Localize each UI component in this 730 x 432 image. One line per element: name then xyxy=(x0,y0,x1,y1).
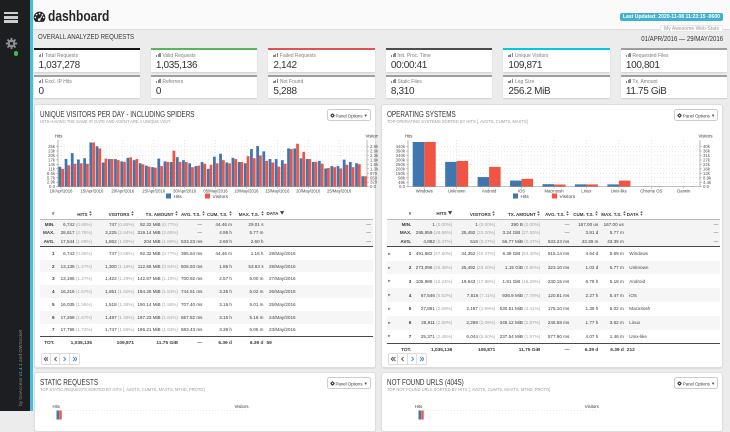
svg-text:05/May/2016: 05/May/2016 xyxy=(203,189,228,194)
svg-text:300k: 300k xyxy=(395,158,405,163)
svg-text:27k: 27k xyxy=(703,158,711,163)
svg-text:Unix-like: Unix-like xyxy=(611,189,628,194)
svg-text:Chrome OS: Chrome OS xyxy=(640,189,662,194)
svg-text:10/May/2016: 10/May/2016 xyxy=(234,189,259,194)
svg-text:Unknown: Unknown xyxy=(448,189,466,194)
svg-text:15/Apr/2016: 15/Apr/2016 xyxy=(80,189,103,194)
svg-text:0.0: 0.0 xyxy=(399,184,406,189)
svg-text:1.9k: 1.9k xyxy=(370,157,378,162)
svg-text:390k: 390k xyxy=(395,149,405,154)
svg-text:250k: 250k xyxy=(395,162,405,167)
svg-text:iOS: iOS xyxy=(518,189,525,194)
svg-text:650: 650 xyxy=(370,175,378,180)
svg-text:49k: 49k xyxy=(398,180,406,185)
svg-text:Visitors: Visitors xyxy=(365,134,378,139)
svg-text:17k: 17k xyxy=(48,157,56,162)
svg-text:20/May/2016: 20/May/2016 xyxy=(296,189,321,194)
svg-text:Hits: Hits xyxy=(173,194,182,200)
svg-text:Linux: Linux xyxy=(581,189,592,194)
svg-text:Darwin: Darwin xyxy=(677,189,691,194)
svg-text:36k: 36k xyxy=(703,149,711,154)
svg-text:23k: 23k xyxy=(48,149,56,154)
svg-text:25/May/2016: 25/May/2016 xyxy=(326,189,351,194)
svg-text:20k: 20k xyxy=(48,153,56,158)
svg-text:22k: 22k xyxy=(703,162,711,167)
svg-text:Hits: Hits xyxy=(405,134,412,139)
svg-text:11k: 11k xyxy=(48,166,55,171)
svg-text:15/May/2016: 15/May/2016 xyxy=(265,189,290,194)
svg-text:20/Apr/2016: 20/Apr/2016 xyxy=(111,189,134,194)
svg-text:150k: 150k xyxy=(395,171,405,176)
svg-text:Hits: Hits xyxy=(520,194,529,200)
svg-text:1.6k: 1.6k xyxy=(370,162,378,167)
svg-text:970: 970 xyxy=(370,171,378,176)
svg-text:25/Apr/2016: 25/Apr/2016 xyxy=(142,189,165,194)
svg-text:320: 320 xyxy=(370,180,378,185)
svg-text:Visitors: Visitors xyxy=(698,134,712,139)
svg-text:Visitors: Visitors xyxy=(559,194,575,200)
svg-text:18k: 18k xyxy=(703,166,711,171)
svg-text:30/Apr/2016: 30/Apr/2016 xyxy=(173,189,196,194)
svg-text:8.9k: 8.9k xyxy=(703,175,712,180)
svg-text:98k: 98k xyxy=(398,175,406,180)
svg-text:13k: 13k xyxy=(703,171,711,176)
svg-text:31k: 31k xyxy=(703,153,711,158)
svg-text:14k: 14k xyxy=(48,162,56,167)
svg-text:2.6k: 2.6k xyxy=(370,149,378,154)
svg-text:2.9k: 2.9k xyxy=(370,144,378,149)
svg-text:340k: 340k xyxy=(395,153,405,158)
svg-text:0.0: 0.0 xyxy=(703,184,710,189)
svg-text:8.6k: 8.6k xyxy=(46,171,55,176)
svg-text:Macintosh: Macintosh xyxy=(544,189,564,194)
svg-text:Visitors: Visitors xyxy=(212,194,228,200)
svg-text:1.3k: 1.3k xyxy=(370,166,378,171)
svg-text:40k: 40k xyxy=(703,144,711,149)
svg-text:440k: 440k xyxy=(395,144,405,149)
svg-text:Windows: Windows xyxy=(415,189,432,194)
svg-text:0.0: 0.0 xyxy=(370,184,377,189)
svg-text:2.3k: 2.3k xyxy=(370,153,378,158)
svg-text:Hits: Hits xyxy=(55,134,62,139)
svg-text:2.9k: 2.9k xyxy=(46,180,55,185)
svg-text:200k: 200k xyxy=(395,166,405,171)
svg-text:4.4k: 4.4k xyxy=(703,180,712,185)
svg-text:10/Apr/2016: 10/Apr/2016 xyxy=(49,189,72,194)
svg-text:Android: Android xyxy=(482,189,497,194)
svg-text:26k: 26k xyxy=(48,144,56,149)
svg-text:5.7k: 5.7k xyxy=(46,175,55,180)
